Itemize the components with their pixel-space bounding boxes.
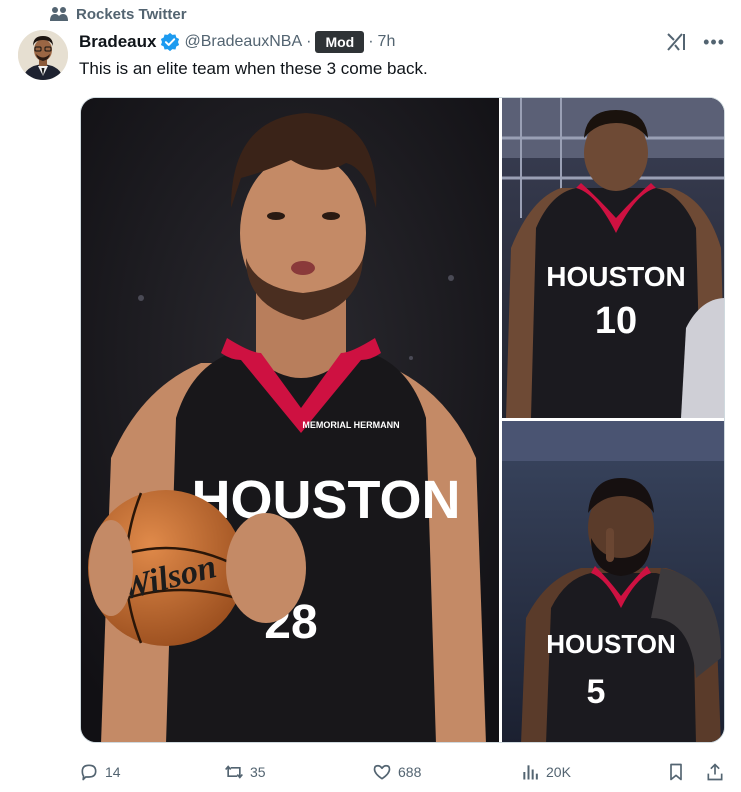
retweet-count: 35 xyxy=(250,764,266,780)
left-photo: HOUSTON 28 MEMORIAL HERMANN Wilson xyxy=(81,98,499,742)
jersey-team-text: HOUSTON xyxy=(546,629,676,659)
share-icon xyxy=(707,763,723,781)
tweet-text: This is an elite team when these 3 come … xyxy=(79,59,428,78)
avatar-image xyxy=(18,30,68,80)
jersey-number: 5 xyxy=(587,673,606,711)
community-label[interactable]: Rockets Twitter xyxy=(76,6,187,23)
tweet-action-bar: 14 35 688 20K xyxy=(79,758,727,786)
retweet-button[interactable]: 35 xyxy=(224,758,266,786)
separator-dot: · xyxy=(368,33,374,50)
jersey-sponsor-text: MEMORIAL HERMANN xyxy=(302,420,399,430)
bookmark-button[interactable] xyxy=(666,758,686,786)
jersey-team-text: HOUSTON xyxy=(546,261,686,292)
tweet-header: Bradeaux @BradeauxNBA · Mod · 7h ••• xyxy=(79,30,725,54)
author-handle[interactable]: @BradeauxNBA xyxy=(184,33,302,51)
people-icon xyxy=(50,7,68,21)
separator-dot: · xyxy=(306,33,312,50)
tweet-media[interactable]: HOUSTON 28 MEMORIAL HERMANN Wilson HOUST… xyxy=(80,97,725,743)
grok-icon[interactable] xyxy=(665,31,687,53)
header-actions: ••• xyxy=(665,30,725,54)
retweet-icon xyxy=(225,765,243,779)
reply-button[interactable]: 14 xyxy=(79,758,121,786)
reply-icon xyxy=(81,764,97,781)
jersey-number: 10 xyxy=(595,300,637,342)
more-options-icon[interactable]: ••• xyxy=(703,32,725,52)
jersey-team-text: HOUSTON xyxy=(191,470,460,530)
social-context[interactable]: Rockets Twitter xyxy=(50,4,187,24)
author-display-name[interactable]: Bradeaux xyxy=(79,32,156,52)
top-right-photo: HOUSTON 10 xyxy=(502,98,724,418)
verified-badge-icon[interactable] xyxy=(160,32,180,52)
heart-icon xyxy=(373,764,391,780)
like-button[interactable]: 688 xyxy=(372,758,421,786)
view-count: 20K xyxy=(546,764,571,780)
timestamp[interactable]: 7h xyxy=(378,33,396,51)
mod-badge: Mod xyxy=(315,31,365,53)
avatar[interactable] xyxy=(18,30,68,80)
reply-count: 14 xyxy=(105,764,121,780)
bottom-right-photo: HOUSTON 5 xyxy=(502,421,724,742)
views-button[interactable]: 20K xyxy=(520,758,571,786)
bookmark-icon xyxy=(670,763,682,781)
share-button[interactable] xyxy=(705,758,725,786)
like-count: 688 xyxy=(398,764,422,780)
media-collage: HOUSTON 28 MEMORIAL HERMANN Wilson HOUST… xyxy=(81,98,724,742)
analytics-icon xyxy=(523,765,538,780)
